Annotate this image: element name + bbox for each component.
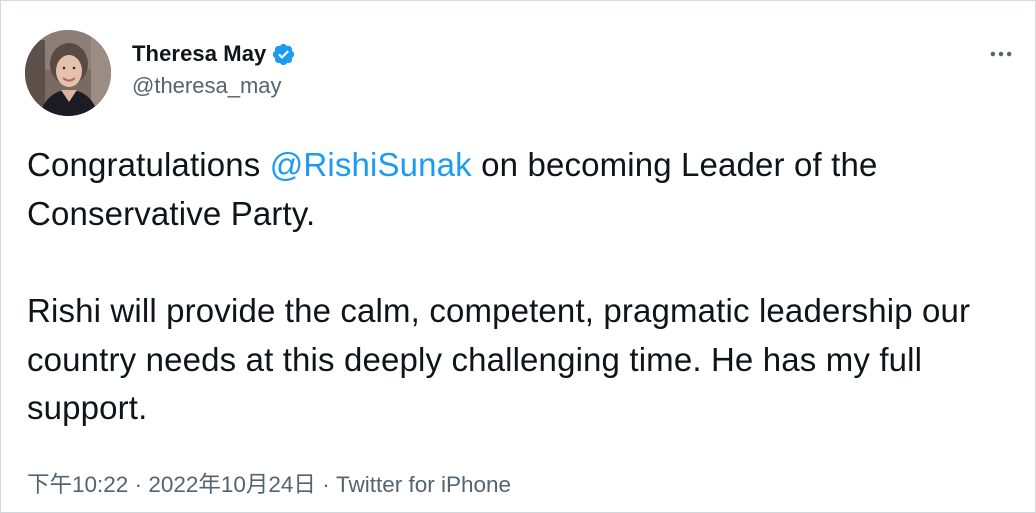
more-options-button[interactable] — [983, 36, 1019, 72]
name-row: Theresa May — [132, 39, 296, 69]
tweet-meta: 下午10:22 · 2022年10月24日 · Twitter for iPho… — [27, 467, 511, 499]
verified-badge-icon — [271, 42, 296, 67]
tweet-date[interactable]: 2022年10月24日 — [148, 472, 316, 497]
meta-separator: · — [322, 472, 336, 497]
more-options-icon — [990, 51, 1012, 57]
meta-separator: · — [134, 472, 149, 497]
tweet-card: Theresa May @theresa_may Congratulations… — [0, 0, 1036, 513]
user-handle[interactable]: @theresa_may — [132, 73, 296, 99]
tweet-paragraph-1: Congratulations @RishiSunak on becoming … — [27, 141, 1017, 238]
tweet-source[interactable]: Twitter for iPhone — [336, 472, 511, 497]
tweet-paragraph-2: Rishi will provide the calm, competent, … — [27, 292, 971, 426]
tweet-time[interactable]: 下午10:22 — [27, 472, 128, 497]
avatar[interactable] — [25, 30, 111, 116]
profile-photo-icon — [25, 30, 111, 116]
display-name[interactable]: Theresa May — [132, 41, 266, 67]
tweet-text-segment: Congratulations — [27, 146, 270, 183]
tweet-text: Congratulations @RishiSunak on becoming … — [27, 141, 1017, 433]
mention-link[interactable]: @RishiSunak — [270, 146, 472, 183]
tweet-header: Theresa May @theresa_may — [25, 30, 1019, 116]
user-info: Theresa May @theresa_may — [132, 39, 296, 99]
